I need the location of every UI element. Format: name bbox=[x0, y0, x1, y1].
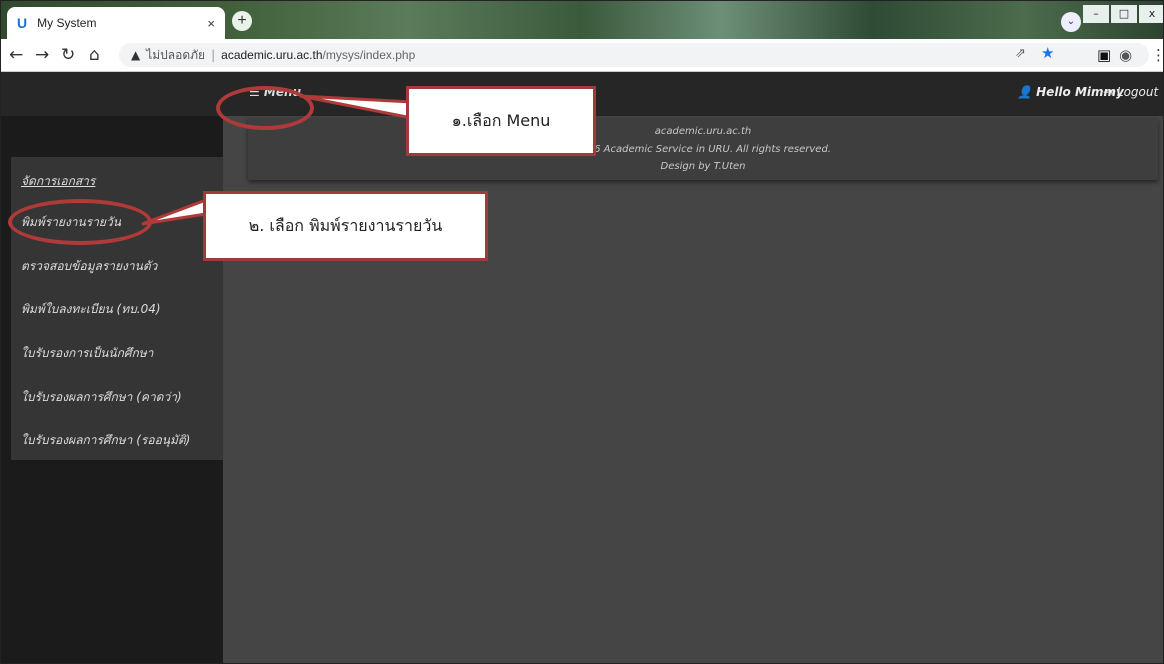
logout-label: Logout bbox=[1116, 85, 1159, 99]
url-separator: | bbox=[211, 48, 216, 62]
browser-titlebar: U My System × + ⌄ – □ x bbox=[1, 1, 1163, 39]
footer-copyright: 2016 Academic Service in URU. All rights… bbox=[575, 144, 831, 155]
new-tab-button[interactable]: + bbox=[232, 11, 252, 31]
logout-icon: ⇥ bbox=[1103, 85, 1114, 99]
callout-step-2: ๒. เลือก พิมพ์รายงานรายวัน bbox=[203, 191, 488, 261]
sidebar: จัดการเอกสาร พิมพ์รายงานรายวัน ตรวจสอบข้… bbox=[1, 116, 223, 663]
profile-avatar-icon[interactable]: ◉ bbox=[1119, 45, 1132, 65]
maximize-button[interactable]: □ bbox=[1111, 5, 1137, 23]
footer-panel: academic.uru.ac.th 2016 Academic Service… bbox=[248, 118, 1158, 180]
reading-list-icon[interactable]: ▣ bbox=[1097, 45, 1111, 65]
url-field[interactable]: ▲ ไม่ปลอดภัย | academic.uru.ac.th /mysys… bbox=[119, 43, 1149, 67]
insecure-label[interactable]: ไม่ปลอดภัย bbox=[146, 46, 205, 65]
bookmark-star-icon[interactable]: ★ bbox=[1041, 43, 1054, 63]
tab-search-icon[interactable]: ⌄ bbox=[1061, 12, 1081, 32]
uru-favicon-icon: U bbox=[17, 15, 28, 31]
web-app: ☰ Menu 👤 Hello Mimmy ⇥ Logout จัดการเอกส… bbox=[1, 72, 1163, 663]
address-bar: ← → ↻ ⌂ ▲ ไม่ปลอดภัย | academic.uru.ac.t… bbox=[1, 39, 1163, 72]
user-icon: 👤 bbox=[1017, 85, 1032, 99]
browser-tab[interactable]: U My System × bbox=[7, 7, 225, 39]
daily-report-highlight-ellipse bbox=[8, 199, 152, 245]
sidebar-item-expected-results-certificate[interactable]: ใบรับรองผลการศึกษา (คาดว่า) bbox=[21, 388, 182, 407]
close-window-button[interactable]: x bbox=[1139, 5, 1163, 23]
share-icon[interactable]: ⇗ bbox=[1015, 44, 1026, 64]
footer-site: academic.uru.ac.th bbox=[654, 126, 752, 137]
url-path: /mysys/index.php bbox=[322, 48, 416, 62]
back-icon[interactable]: ← bbox=[9, 45, 23, 65]
home-icon[interactable]: ⌂ bbox=[89, 45, 100, 65]
sidebar-item-check-report-data[interactable]: ตรวจสอบข้อมูลรายงานตัว bbox=[21, 257, 157, 276]
minimize-button[interactable]: – bbox=[1083, 5, 1109, 23]
tab-title: My System bbox=[37, 16, 97, 30]
forward-icon[interactable]: → bbox=[35, 45, 49, 65]
menu-highlight-ellipse bbox=[216, 86, 314, 130]
warning-icon[interactable]: ▲ bbox=[131, 48, 140, 62]
reload-icon[interactable]: ↻ bbox=[61, 45, 75, 65]
sidebar-item-print-registration[interactable]: พิมพ์ใบลงทะเบียน (ทบ.04) bbox=[21, 300, 161, 319]
callout-step-1: ๑.เลือก Menu bbox=[406, 86, 596, 156]
sidebar-item-student-certificate[interactable]: ใบรับรองการเป็นนักศึกษา bbox=[21, 344, 153, 363]
browser-menu-icon[interactable]: ⋮ bbox=[1151, 45, 1163, 65]
logout-link[interactable]: ⇥ Logout bbox=[1103, 85, 1158, 99]
url-host: academic.uru.ac.th bbox=[221, 48, 323, 62]
tab-close-icon[interactable]: × bbox=[207, 16, 215, 31]
sidebar-item-pending-results-certificate[interactable]: ใบรับรองผลการศึกษา (รออนุมัติ) bbox=[21, 431, 190, 450]
footer-credit: Design by T.Uten bbox=[660, 161, 746, 172]
sidebar-item-manage-documents[interactable]: จัดการเอกสาร bbox=[21, 172, 95, 191]
